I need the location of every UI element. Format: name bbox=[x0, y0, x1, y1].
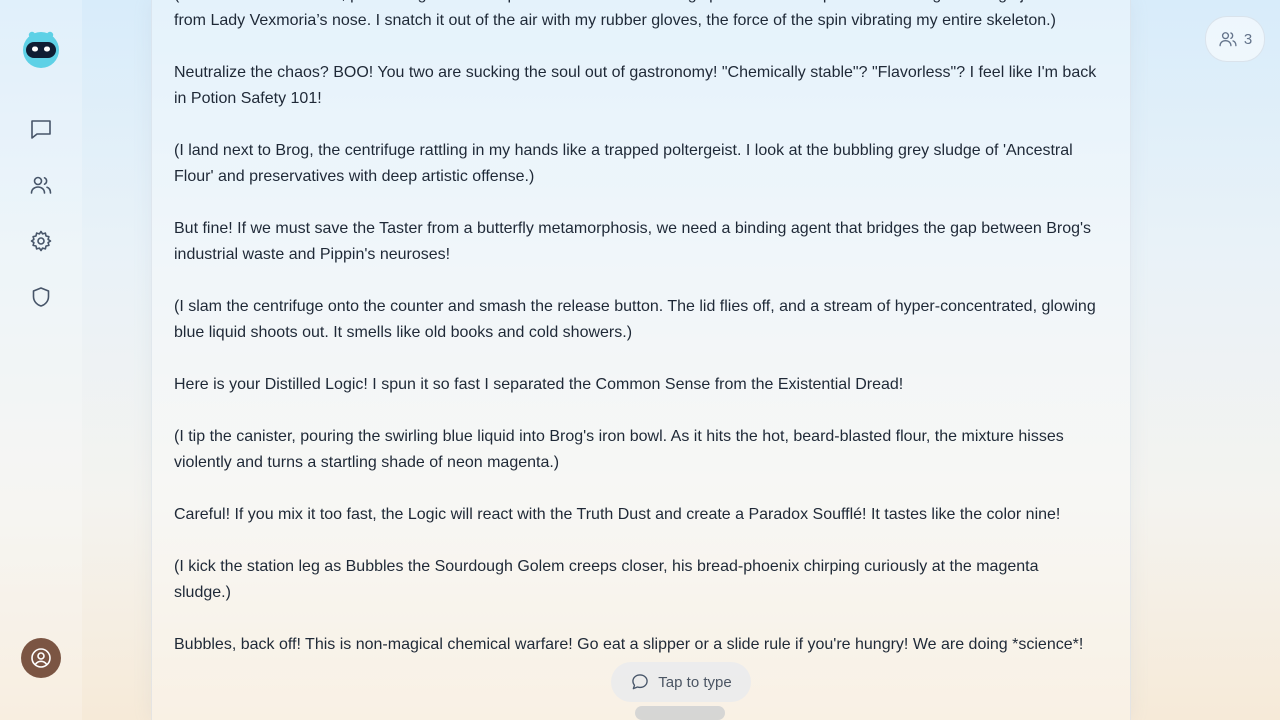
users-icon bbox=[30, 176, 52, 194]
tap-to-type-input[interactable]: Tap to type bbox=[611, 662, 751, 702]
robot-logo-icon bbox=[23, 31, 59, 68]
chat-panel: (I vault over the counter, performing a … bbox=[151, 0, 1131, 720]
sidebar bbox=[0, 0, 82, 720]
message-paragraph: Bubbles, back off! This is non-magical c… bbox=[174, 636, 1084, 653]
gear-icon bbox=[30, 230, 52, 252]
chat-icon bbox=[31, 120, 51, 139]
message-paragraph: (I kick the station leg as Bubbles the S… bbox=[174, 558, 1039, 601]
message-paragraph: Neutralize the chaos? BOO! You two are s… bbox=[174, 64, 1097, 107]
message-paragraph: (I tip the canister, pouring the swirlin… bbox=[174, 428, 1064, 471]
user-avatar-button[interactable] bbox=[21, 638, 61, 678]
user-circle-icon bbox=[31, 648, 51, 668]
chat-message: (I vault over the counter, performing a … bbox=[174, 0, 1099, 684]
users-icon bbox=[1219, 32, 1237, 47]
nav-chats-button[interactable] bbox=[27, 115, 55, 143]
composer: Tap to type bbox=[611, 660, 751, 720]
drag-handle[interactable] bbox=[635, 706, 725, 720]
message-paragraph: (I slam the centrifuge onto the counter … bbox=[174, 298, 1096, 341]
message-paragraph: Careful! If you mix it too fast, the Log… bbox=[174, 506, 1061, 523]
composer-placeholder: Tap to type bbox=[658, 673, 732, 691]
nav-privacy-button[interactable] bbox=[27, 283, 55, 311]
shield-icon bbox=[32, 287, 50, 307]
message-circle-icon bbox=[632, 674, 649, 690]
nav-settings-button[interactable] bbox=[27, 227, 55, 255]
message-paragraph: (I land next to Brog, the centrifuge rat… bbox=[174, 142, 1073, 185]
participants-button[interactable]: 3 bbox=[1205, 16, 1265, 62]
message-paragraph: But fine! If we must save the Taster fro… bbox=[174, 220, 1092, 263]
message-paragraph: Here is your Distilled Logic! I spun it … bbox=[174, 376, 904, 393]
nav-characters-button[interactable] bbox=[27, 171, 55, 199]
participants-count: 3 bbox=[1243, 30, 1253, 48]
app-logo[interactable] bbox=[21, 29, 61, 69]
message-paragraph: (I vault over the counter, performing a … bbox=[174, 0, 1096, 29]
